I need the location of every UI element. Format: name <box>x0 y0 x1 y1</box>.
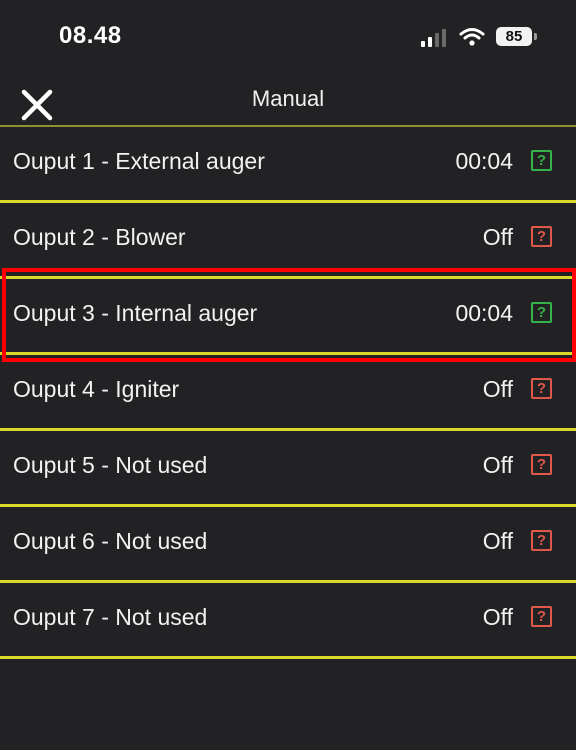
status-time: 08.48 <box>59 22 122 49</box>
output-value: 00:04 <box>455 300 513 326</box>
output-list: Ouput 1 - External auger 00:04 ? Ouput 2… <box>0 127 576 659</box>
help-icon[interactable]: ? <box>531 378 552 399</box>
status-bar: 08.48 85 <box>0 0 576 72</box>
output-label: Ouput 4 - Igniter <box>13 376 180 402</box>
help-icon[interactable]: ? <box>531 302 552 323</box>
output-row-3[interactable]: Ouput 3 - Internal auger 00:04 ? <box>0 279 576 355</box>
wifi-icon <box>459 28 485 46</box>
output-value: Off <box>482 604 513 630</box>
output-row-2[interactable]: Ouput 2 - Blower Off ? <box>0 203 576 279</box>
output-label: Ouput 5 - Not used <box>13 452 208 478</box>
output-label: Ouput 7 - Not used <box>13 604 208 630</box>
output-label: Ouput 2 - Blower <box>13 224 186 250</box>
output-row-7[interactable]: Ouput 7 - Not used Off ? <box>0 583 576 659</box>
battery-level: 85 <box>496 27 532 46</box>
help-icon[interactable]: ? <box>531 530 552 551</box>
output-value: Off <box>482 528 513 554</box>
output-value: Off <box>482 224 513 250</box>
output-row-1[interactable]: Ouput 1 - External auger 00:04 ? <box>0 127 576 203</box>
nav-bar: Manual <box>0 72 576 126</box>
help-icon[interactable]: ? <box>531 150 552 171</box>
help-icon[interactable]: ? <box>531 226 552 247</box>
help-icon[interactable]: ? <box>531 454 552 475</box>
output-label: Ouput 6 - Not used <box>13 528 208 554</box>
page-title: Manual <box>251 86 325 111</box>
signal-icon <box>421 29 446 47</box>
output-row-6[interactable]: Ouput 6 - Not used Off ? <box>0 507 576 583</box>
output-label: Ouput 3 - Internal auger <box>13 300 258 326</box>
output-value: Off <box>482 376 513 402</box>
help-icon[interactable]: ? <box>531 606 552 627</box>
output-label: Ouput 1 - External auger <box>13 148 265 174</box>
output-row-4[interactable]: Ouput 4 - Igniter Off ? <box>0 355 576 431</box>
output-row-5[interactable]: Ouput 5 - Not used Off ? <box>0 431 576 507</box>
output-value: Off <box>482 452 513 478</box>
output-value: 00:04 <box>455 148 513 174</box>
battery-tip <box>534 33 537 40</box>
battery-icon: 85 <box>496 27 540 48</box>
